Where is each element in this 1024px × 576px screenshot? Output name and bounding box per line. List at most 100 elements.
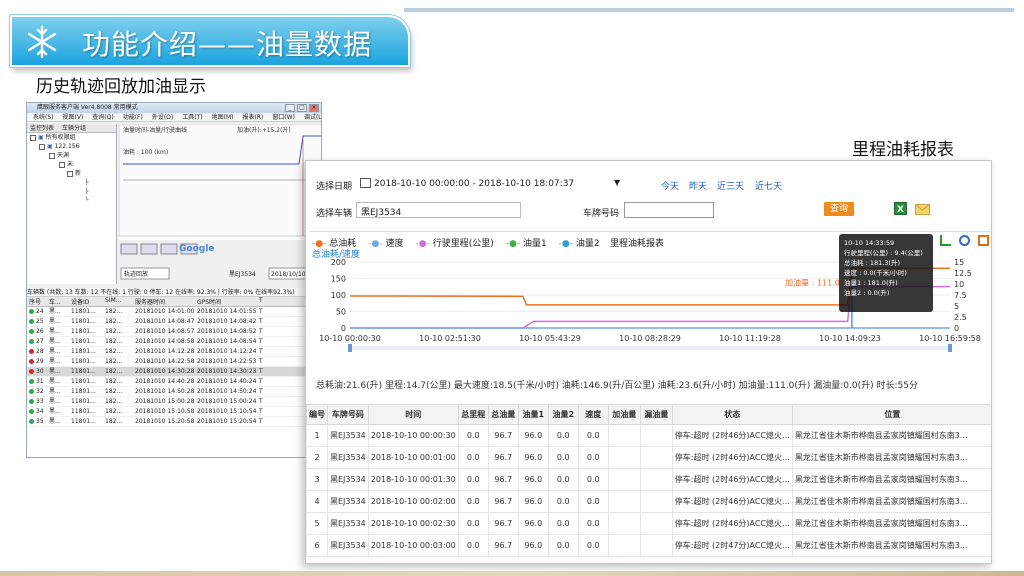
tree-node[interactable]: ├ bbox=[27, 187, 116, 196]
grid-row[interactable]: 26 黑... 11801... 182... 20181010 14:08:57 201… bbox=[27, 327, 321, 337]
grid-cell: T bbox=[259, 338, 263, 345]
table-cell bbox=[639, 534, 673, 557]
table-column-header[interactable]: 编号 bbox=[306, 404, 328, 425]
grid-cell: 黑... bbox=[49, 308, 61, 315]
menu-item[interactable]: 查询(Q) bbox=[92, 114, 113, 121]
table-column-header[interactable]: 总油量 bbox=[487, 404, 519, 425]
table-cell: 停车:超时 (2时46分)ACC熄火... bbox=[671, 512, 793, 535]
tree-node[interactable]: ▣ 所有权限组 bbox=[27, 133, 116, 142]
grid-column-header[interactable]: 车... bbox=[47, 297, 69, 306]
table-column-header[interactable]: 状态 bbox=[671, 404, 793, 425]
grid-row[interactable]: 29 黑... 11801... 182... 20181010 14:22:58 201… bbox=[27, 357, 321, 367]
table-cell: 黑EJ3534 bbox=[327, 534, 369, 557]
tree-node[interactable]: └ bbox=[27, 196, 116, 205]
quick-seven-days[interactable]: 近七天 bbox=[755, 179, 782, 192]
grid-cell: 20181010 14:08:52 bbox=[197, 328, 257, 335]
grid-cell: 182... bbox=[105, 348, 123, 355]
menu-item[interactable]: 报表(R) bbox=[242, 114, 263, 121]
table-cell: 黑龙江省佳木斯市桦南县孟家岗镇耀国村东南3... bbox=[791, 446, 991, 469]
excel-export-icon[interactable]: X bbox=[894, 202, 907, 215]
table-column-header[interactable]: 时间 bbox=[367, 404, 459, 425]
grid-cell: 黑... bbox=[49, 338, 61, 345]
table-cell: 黑EJ3534 bbox=[327, 512, 369, 535]
grid-row[interactable]: 35 黑... 11801... 182... 20181010 15:20:58 201… bbox=[27, 417, 321, 427]
grid-column-header[interactable]: 序号 bbox=[27, 297, 47, 306]
table-row[interactable]: 2 黑EJ3534 2018-10-10 00:01:00 0.0 96.7 96.0 0.… bbox=[306, 446, 991, 469]
grid-row[interactable]: 32 黑... 11801... 182... 20181010 14:50:28 201… bbox=[27, 387, 321, 397]
grid-row[interactable]: 34 黑... 11801... 182... 20181010 15:10:58 201… bbox=[27, 407, 321, 417]
plate-input[interactable] bbox=[624, 202, 714, 218]
table-column-header[interactable]: 加油量 bbox=[607, 404, 641, 425]
zoom-handle-right bbox=[948, 344, 952, 352]
y-tick-label: 200 bbox=[331, 258, 346, 267]
menu-item[interactable]: 系统(S) bbox=[33, 114, 54, 121]
grid-cell: 20181010 14:22:58 bbox=[135, 358, 195, 365]
playback-chart-label: 油耗 : 100 (km) bbox=[123, 148, 168, 156]
maximize-button[interactable]: □ bbox=[297, 104, 307, 112]
grid-cell: 黑... bbox=[49, 358, 61, 365]
status-dot-icon bbox=[29, 369, 34, 374]
table-column-header[interactable]: 油量2 bbox=[547, 404, 579, 425]
menu-item[interactable]: 调试(U) bbox=[304, 114, 321, 121]
table-column-header[interactable]: 车牌号码 bbox=[327, 404, 369, 425]
grid-row[interactable]: 24 黑... 11801... 182... 20181010 14:01:00 201… bbox=[27, 307, 321, 317]
table-row[interactable]: 5 黑EJ3534 2018-10-10 00:02:30 0.0 96.7 96.0 0.… bbox=[306, 512, 991, 535]
grid-row[interactable]: 25 黑... 11801... 182... 20181010 14:08:47 201… bbox=[27, 317, 321, 327]
grid-column-header[interactable]: T bbox=[257, 297, 267, 304]
close-button[interactable]: × bbox=[309, 104, 319, 112]
grid-column-header[interactable]: SIM... bbox=[103, 297, 133, 304]
table-column-header[interactable]: 漏油量 bbox=[639, 404, 673, 425]
quick-three-days[interactable]: 近三天 bbox=[717, 179, 744, 192]
grid-row[interactable]: 33 黑... 11801... 182... 20181010 15:00:28 201… bbox=[27, 397, 321, 407]
grid-cell: T bbox=[259, 358, 263, 365]
grid-column-header[interactable]: GPS时间 bbox=[195, 297, 257, 306]
minimize-button[interactable]: _ bbox=[285, 104, 295, 112]
menu-item[interactable]: 功能(F) bbox=[123, 114, 143, 121]
table-row[interactable]: 1 黑EJ3534 2018-10-10 00:00:30 0.0 96.7 96.0 0.… bbox=[306, 424, 991, 447]
table-column-header[interactable]: 位置 bbox=[791, 404, 991, 425]
vehicle-tree-panel: 监控列表 车辆分组 ▣ 所有权限组 ▣ 122.156 天渊 未 新 ├ ├ └ bbox=[27, 124, 117, 284]
table-row[interactable]: 4 黑EJ3534 2018-10-10 00:02:00 0.0 96.7 96.0 0.… bbox=[306, 490, 991, 513]
table-column-header[interactable]: 油量1 bbox=[517, 404, 549, 425]
vehicle-field[interactable]: 黑EJ3534 bbox=[356, 202, 521, 218]
grid-cell: 20181010 14:12:24 bbox=[197, 348, 257, 355]
grid-row[interactable]: 31 黑... 11801... 182... 20181010 14:40:28 201… bbox=[27, 377, 321, 387]
table-column-header[interactable]: 速度 bbox=[577, 404, 609, 425]
table-cell: 4 bbox=[306, 490, 328, 513]
table-column-header[interactable]: 总里程 bbox=[457, 404, 489, 425]
tab-vehicle-group[interactable]: 车辆分组 bbox=[62, 125, 86, 132]
grid-row[interactable]: 28 黑... 11801... 182... 20181010 14:12:28 201… bbox=[27, 347, 321, 357]
grid-row[interactable]: 30 黑... 11801... 182... 20181010 14:30:28 201… bbox=[27, 367, 321, 377]
tree-node[interactable]: 未 bbox=[27, 160, 116, 169]
table-cell: 6 bbox=[306, 534, 328, 557]
menu-item[interactable]: 视图(V) bbox=[63, 114, 84, 121]
menu-item[interactable]: 工具(T) bbox=[182, 114, 202, 121]
grid-cell: 11801... bbox=[71, 408, 96, 415]
menu-item[interactable]: 地图(M) bbox=[212, 114, 234, 121]
quick-today[interactable]: 今天 bbox=[661, 179, 679, 192]
mail-icon[interactable] bbox=[915, 204, 930, 215]
table-row[interactable]: 3 黑EJ3534 2018-10-10 00:01:30 0.0 96.7 96.0 0.… bbox=[306, 468, 991, 491]
menu-item[interactable]: 外设(O) bbox=[152, 114, 173, 121]
grid-cell: 黑... bbox=[49, 328, 61, 335]
grid-cell: T bbox=[259, 368, 263, 375]
quick-yesterday[interactable]: 昨天 bbox=[689, 179, 707, 192]
tab-monitor-list[interactable]: 监控列表 bbox=[30, 125, 54, 132]
grid-cell: 26 bbox=[27, 327, 47, 337]
grid-row[interactable]: 27 黑... 11801... 182... 20181010 14:08:58 201… bbox=[27, 337, 321, 347]
tree-node[interactable]: ├ bbox=[27, 178, 116, 187]
query-button[interactable]: 查询 bbox=[824, 202, 854, 216]
date-range-field[interactable]: 2018-10-10 00:00:00 - 2018-10-10 18:07:3… bbox=[374, 179, 574, 189]
tooltip-line: 油量1 : 181.0(升) bbox=[844, 279, 898, 287]
table-row[interactable]: 6 黑EJ3534 2018-10-10 00:03:00 0.0 96.7 96.0 0.… bbox=[306, 534, 991, 557]
grid-column-header[interactable]: 服务器时间 bbox=[133, 297, 195, 306]
tree-node[interactable]: ▣ 122.156 bbox=[27, 142, 116, 151]
grid-column-header[interactable]: 设备ID bbox=[69, 297, 103, 306]
menu-item[interactable]: 窗口(W) bbox=[272, 114, 295, 121]
chevron-down-icon[interactable]: ▼ bbox=[614, 178, 620, 187]
grid-cell: 11801... bbox=[71, 378, 96, 385]
snowflake-icon bbox=[27, 25, 57, 59]
tree-node[interactable]: 新 bbox=[27, 169, 116, 178]
y-tick-label: 0 bbox=[341, 324, 346, 333]
tree-node[interactable]: 天渊 bbox=[27, 151, 116, 160]
